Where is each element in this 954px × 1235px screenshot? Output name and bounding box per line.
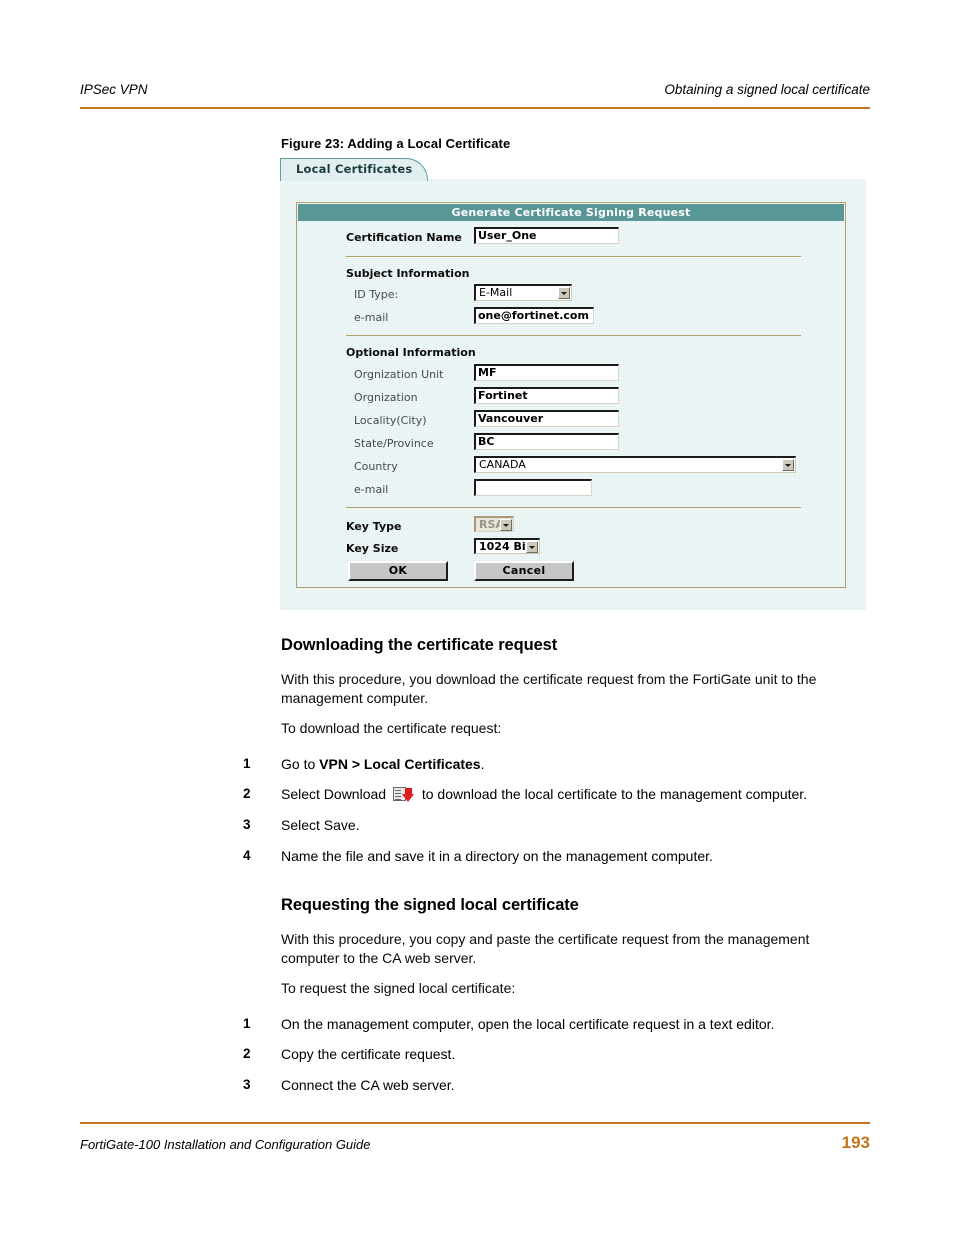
optional-email-label: e-mail (354, 483, 389, 496)
step-text-pre: Go to (281, 756, 320, 772)
chevron-down-icon (500, 519, 512, 531)
certification-name-input[interactable]: User_One (474, 227, 619, 244)
locality-label: Locality(City) (354, 414, 427, 427)
figure-caption: Figure 23: Adding a Local Certificate (281, 136, 511, 151)
step-text: Select Save. (281, 816, 881, 835)
step-number: 2 (243, 786, 251, 801)
key-size-label: Key Size (346, 542, 399, 555)
state-label: State/Province (354, 437, 434, 450)
generate-csr-panel: Generate Certificate Signing Request Cer… (296, 202, 846, 588)
locality-input[interactable]: Vancouver (474, 410, 619, 427)
footer-rule (80, 1122, 870, 1124)
step-text-strong: VPN > Local Certificates (319, 756, 481, 772)
divider-3 (346, 507, 801, 508)
id-type-label: ID Type: (354, 288, 399, 301)
key-type-label: Key Type (346, 520, 402, 533)
panel-title: Generate Certificate Signing Request (298, 204, 844, 221)
optional-information-heading: Optional Information (346, 346, 476, 359)
section-leadin-requesting: To request the signed local certificate: (281, 980, 516, 996)
section-intro-downloading: With this procedure, you download the ce… (281, 671, 817, 706)
subject-email-label: e-mail (354, 311, 389, 324)
ok-button[interactable]: OK (348, 561, 448, 581)
org-unit-input[interactable]: MF (474, 364, 619, 381)
org-label: Orgnization (354, 391, 418, 404)
page-footer: FortiGate-100 Installation and Configura… (80, 1122, 870, 1162)
footer-guide-title: FortiGate-100 Installation and Configura… (80, 1137, 371, 1152)
step-text: Connect the CA web server. (281, 1076, 881, 1095)
step-number: 1 (243, 756, 251, 771)
divider-1 (346, 256, 801, 257)
optional-email-input[interactable] (474, 479, 592, 496)
form-layer: Generate Certificate Signing Request Cer… (280, 179, 866, 610)
state-input[interactable]: BC (474, 433, 619, 450)
step-text-pre: Copy the certificate request. (281, 1046, 456, 1062)
cancel-button[interactable]: Cancel (474, 561, 574, 581)
step-text: Name the file and save it in a directory… (281, 847, 881, 866)
step-number: 2 (243, 1046, 251, 1061)
header-section-title: Obtaining a signed local certificate (664, 82, 870, 97)
step-text-pre: Connect the CA web server. (281, 1077, 455, 1093)
page-number: 193 (841, 1133, 870, 1152)
chevron-down-icon (558, 287, 570, 299)
step-text-pre: Name the file and save it in a directory… (281, 848, 713, 864)
section-heading-requesting: Requesting the signed local certificate (281, 896, 579, 914)
key-type-select: RSA (474, 516, 514, 532)
step-number: 4 (243, 848, 251, 863)
step-text: Select Download to download the local ce… (281, 785, 881, 804)
chevron-down-icon (526, 541, 538, 553)
header-chapter-title: IPSec VPN (80, 82, 148, 97)
figure-screenshot: Local Certificates Generate Certificate … (280, 158, 866, 610)
step-text-pre: On the management computer, open the loc… (281, 1016, 775, 1032)
key-size-select[interactable]: 1024 Bit (474, 538, 540, 554)
section-heading-downloading: Downloading the certificate request (281, 636, 558, 654)
country-select-value: CANADA (479, 458, 526, 471)
tab-local-certificates-label: Local Certificates (296, 162, 413, 176)
certification-name-label: Certification Name (346, 231, 462, 244)
arrow-down-glyph (401, 788, 415, 802)
subject-information-heading: Subject Information (346, 267, 470, 280)
step-text-post: . (480, 756, 485, 772)
section-leadin-downloading: To download the certificate request: (281, 720, 502, 736)
download-icon (392, 787, 415, 802)
step-number: 3 (243, 817, 251, 832)
step-number: 3 (243, 1077, 251, 1092)
subject-email-input[interactable]: one@fortinet.com (474, 307, 594, 324)
country-label: Country (354, 460, 398, 473)
step-text: Copy the certificate request. (281, 1045, 881, 1064)
key-size-select-value: 1024 Bit (479, 540, 531, 553)
org-input[interactable]: Fortinet (474, 387, 619, 404)
step-text: Go to VPN > Local Certificates. (281, 755, 881, 774)
page-header: IPSec VPN Obtaining a signed local certi… (80, 82, 870, 114)
chevron-down-icon (782, 459, 794, 471)
id-type-select-value: E-Mail (479, 286, 513, 299)
section-intro-requesting: With this procedure, you copy and paste … (281, 931, 810, 966)
step-text-pre: Select Download (281, 786, 390, 802)
step-text-pre: Select Save. (281, 817, 360, 833)
header-rule (80, 107, 870, 109)
step-text-post: to download the local certificate to the… (417, 786, 808, 802)
divider-2 (346, 335, 801, 336)
country-select[interactable]: CANADA (474, 456, 796, 473)
org-unit-label: Orgnization Unit (354, 368, 444, 381)
step-text: On the management computer, open the loc… (281, 1015, 881, 1034)
step-number: 1 (243, 1016, 251, 1031)
id-type-select[interactable]: E-Mail (474, 284, 572, 301)
